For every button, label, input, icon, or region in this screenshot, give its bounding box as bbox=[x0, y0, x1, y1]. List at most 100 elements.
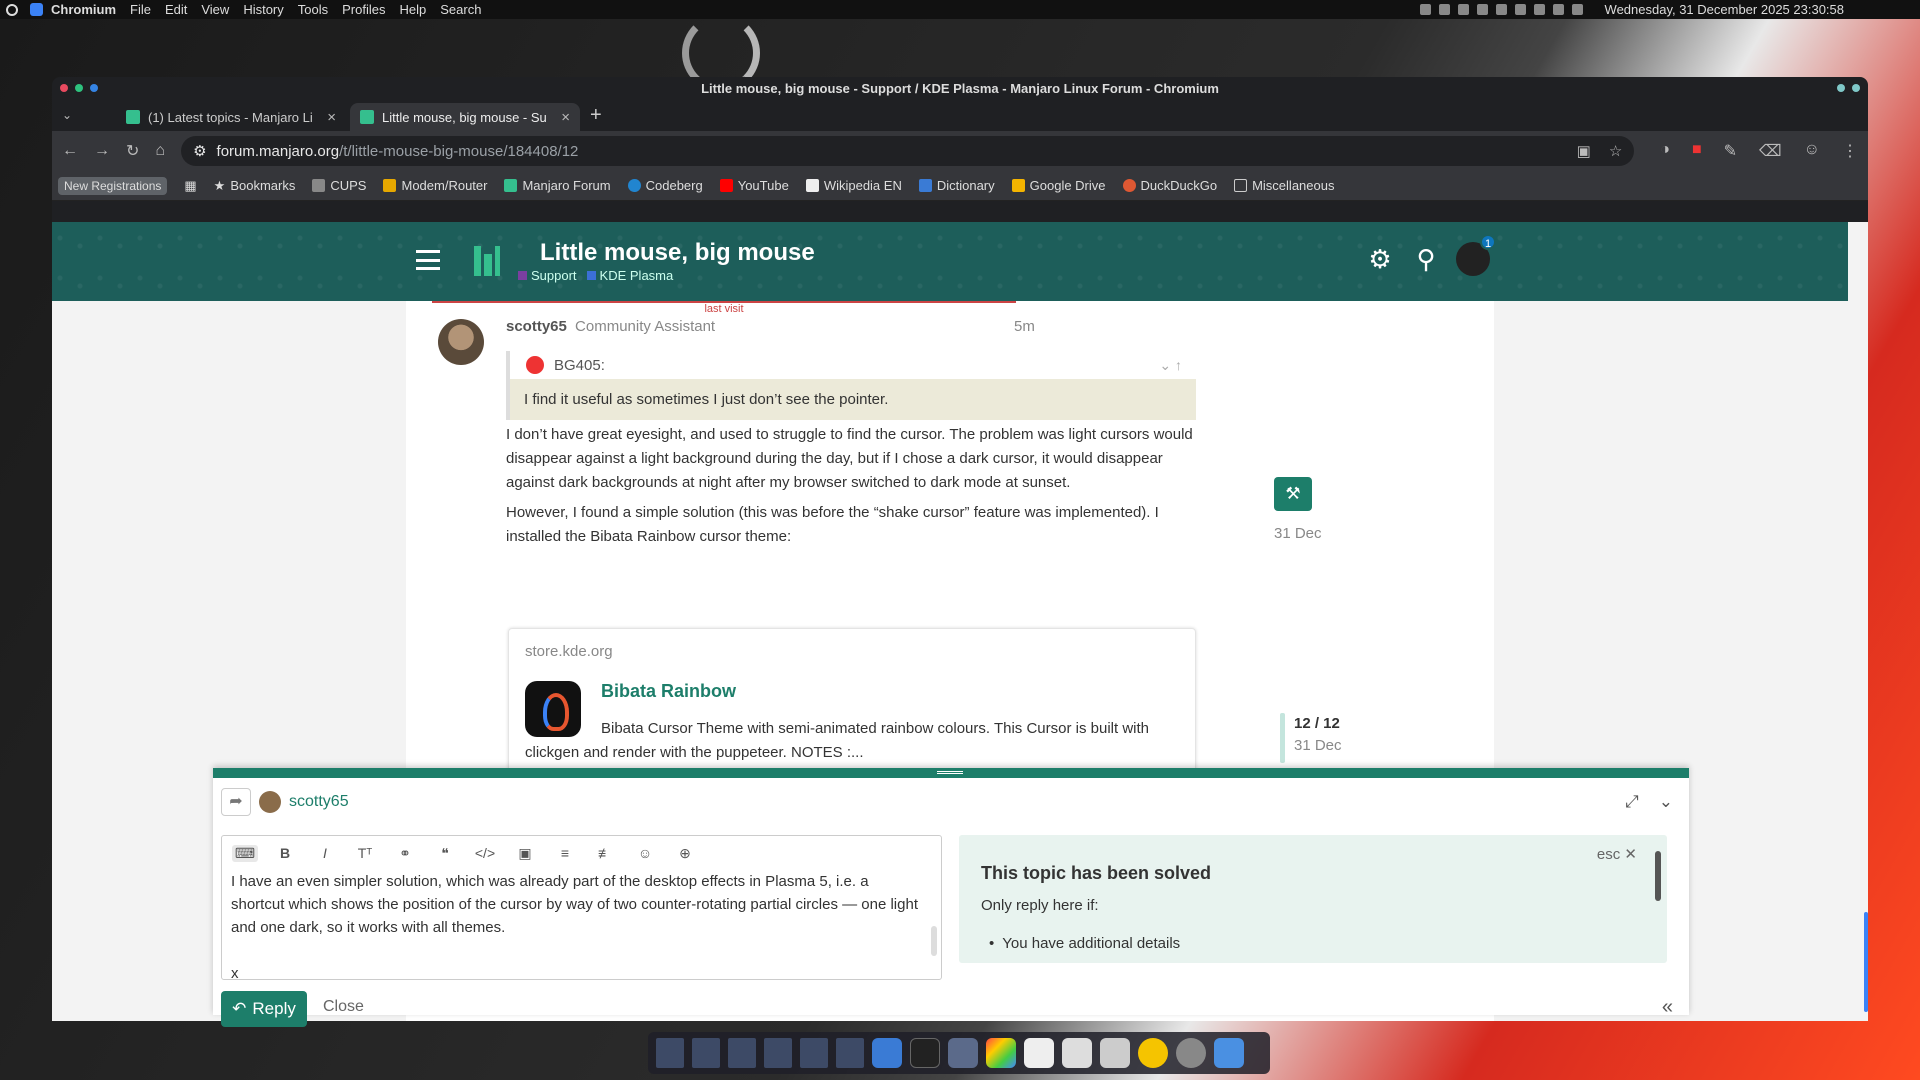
extension-icon[interactable]: ◑ bbox=[1660, 141, 1670, 161]
forward-icon[interactable]: → bbox=[94, 142, 110, 160]
virtual-desktop[interactable] bbox=[656, 1038, 684, 1068]
tray-bell-icon[interactable] bbox=[1571, 4, 1583, 15]
terminal-icon[interactable] bbox=[910, 1038, 940, 1068]
tab-latest-topics[interactable]: (1) Latest topics - Manjaro Li × bbox=[116, 103, 346, 131]
onebox-source[interactable]: store.kde.org bbox=[525, 643, 613, 660]
maximize-window-icon[interactable] bbox=[90, 84, 98, 92]
trash-icon[interactable]: ⌫ bbox=[1759, 141, 1782, 161]
editor-scrollbar[interactable] bbox=[931, 926, 937, 956]
text-editor-icon[interactable] bbox=[1024, 1038, 1054, 1068]
bookmark-youtube[interactable]: YouTube bbox=[719, 178, 789, 193]
menu-search[interactable]: Search bbox=[440, 2, 481, 17]
calculator-icon[interactable] bbox=[1062, 1038, 1092, 1068]
numbered-list-icon[interactable]: ≢ bbox=[592, 845, 618, 861]
page-scrollbar[interactable] bbox=[1864, 912, 1868, 1012]
menu-help[interactable]: Help bbox=[399, 2, 426, 17]
virtual-desktop[interactable] bbox=[800, 1038, 828, 1068]
category-support[interactable]: Support bbox=[518, 268, 577, 283]
timeline-start-date[interactable]: 31 Dec bbox=[1274, 525, 1322, 542]
bookmark-miscellaneous[interactable]: Miscellaneous bbox=[1234, 178, 1334, 193]
virtual-desktop[interactable] bbox=[728, 1038, 756, 1068]
menu-view[interactable]: View bbox=[201, 2, 229, 17]
category-kde-plasma[interactable]: KDE Plasma bbox=[586, 268, 673, 283]
topic-title[interactable]: Little mouse, big mouse bbox=[540, 239, 815, 267]
close-icon[interactable]: ✕ bbox=[1624, 846, 1637, 863]
bookmark-new-registrations[interactable]: New Registrations bbox=[58, 176, 168, 195]
system-logo-icon[interactable] bbox=[6, 3, 18, 16]
link-preview-onebox[interactable]: store.kde.org Bibata Rainbow Bibata Curs… bbox=[508, 628, 1196, 788]
composer-textarea[interactable]: I have an even simpler solution, which w… bbox=[231, 870, 921, 985]
bookmark-google-drive[interactable]: Google Drive bbox=[1011, 178, 1106, 193]
dismiss-notice[interactable]: esc ✕ bbox=[1597, 845, 1637, 863]
menu-kebab-icon[interactable]: ⋮ bbox=[1842, 141, 1858, 161]
reply-action-icon[interactable]: ➦ bbox=[221, 788, 251, 816]
post-username[interactable]: scotty65 bbox=[506, 318, 567, 335]
window-dot-icon[interactable] bbox=[1852, 84, 1860, 92]
menu-profiles[interactable]: Profiles bbox=[342, 2, 385, 17]
theme-toggle-icon[interactable]: ⚙ bbox=[1364, 243, 1396, 275]
address-bar[interactable]: ⚙ forum.manjaro.org/t/little-mouse-big-m… bbox=[181, 136, 1635, 166]
install-app-icon[interactable]: ▣ bbox=[1577, 142, 1591, 160]
extensions-puzzle-icon[interactable]: ✎ bbox=[1724, 141, 1737, 161]
reply-to-username[interactable]: scotty65 bbox=[289, 793, 349, 811]
blockquote-icon[interactable]: ❝ bbox=[432, 845, 458, 862]
tray-app-icon[interactable] bbox=[1495, 4, 1507, 15]
bullet-list-icon[interactable]: ≡ bbox=[552, 845, 578, 861]
tray-app-icon[interactable] bbox=[1457, 4, 1469, 15]
back-icon[interactable]: ← bbox=[62, 142, 78, 160]
tray-app-icon[interactable] bbox=[1476, 4, 1488, 15]
close-tab-icon[interactable]: × bbox=[561, 109, 570, 126]
menu-history[interactable]: History bbox=[243, 2, 283, 17]
admin-wrench-icon[interactable]: ⚒ bbox=[1274, 477, 1312, 511]
bookmark-bookmarks[interactable]: ★ Bookmarks bbox=[214, 178, 296, 194]
image-upload-icon[interactable]: ▣ bbox=[512, 845, 538, 862]
bookmark-duckduckgo[interactable]: DuckDuckGo bbox=[1122, 178, 1217, 193]
user-avatar[interactable]: 1 bbox=[1456, 234, 1496, 276]
menu-file[interactable]: File bbox=[130, 2, 151, 17]
tray-volume-icon[interactable] bbox=[1552, 4, 1564, 15]
close-window-icon[interactable] bbox=[60, 84, 68, 92]
minimize-window-icon[interactable] bbox=[75, 84, 83, 92]
photos-icon[interactable] bbox=[986, 1038, 1016, 1068]
heading-icon[interactable]: Tᵀ bbox=[352, 845, 378, 861]
markdown-toggle-icon[interactable]: ⌨ bbox=[232, 844, 258, 862]
close-composer-button[interactable]: Close bbox=[323, 998, 364, 1016]
italic-icon[interactable]: I bbox=[312, 845, 338, 861]
bookmark-codeberg[interactable]: Codeberg bbox=[627, 178, 703, 193]
bookmark-modem-router[interactable]: Modem/Router bbox=[383, 178, 487, 193]
close-tab-icon[interactable]: × bbox=[327, 109, 336, 126]
search-icon[interactable]: ⚲ bbox=[1410, 243, 1442, 275]
code-icon[interactable]: </> bbox=[472, 845, 498, 861]
fullscreen-icon[interactable]: ⤢ bbox=[1625, 792, 1639, 812]
keyboard-icon[interactable] bbox=[1100, 1038, 1130, 1068]
bookmark-dictionary[interactable]: Dictionary bbox=[918, 178, 995, 193]
notice-scrollbar[interactable] bbox=[1653, 841, 1663, 951]
composer-resize-grip[interactable] bbox=[937, 771, 963, 774]
minimize-composer-icon[interactable]: ⌄ bbox=[1659, 792, 1673, 812]
bookmark-cups[interactable]: CUPS bbox=[312, 178, 366, 193]
reload-icon[interactable]: ↻ bbox=[126, 141, 139, 161]
tray-app-icon[interactable] bbox=[1533, 4, 1545, 15]
reply-submit-button[interactable]: ↶ Reply bbox=[221, 991, 307, 1027]
chromium-dock-icon[interactable] bbox=[1214, 1038, 1244, 1068]
virtual-desktop[interactable] bbox=[692, 1038, 720, 1068]
virtual-desktop[interactable] bbox=[764, 1038, 792, 1068]
bookmark-manjaro-forum[interactable]: Manjaro Forum bbox=[504, 178, 611, 193]
more-options-icon[interactable]: ⊕ bbox=[672, 845, 698, 862]
onebox-title[interactable]: Bibata Rainbow bbox=[601, 681, 736, 702]
virtual-desktop[interactable] bbox=[836, 1038, 864, 1068]
toggle-preview-icon[interactable]: « bbox=[1662, 996, 1673, 1019]
app-menu-name[interactable]: Chromium bbox=[51, 2, 116, 17]
menu-tools[interactable]: Tools bbox=[298, 2, 328, 17]
new-tab-icon[interactable]: + bbox=[590, 104, 602, 127]
bold-icon[interactable]: B bbox=[272, 845, 298, 861]
tray-app-icon[interactable] bbox=[1419, 4, 1431, 15]
finder-icon[interactable] bbox=[872, 1038, 902, 1068]
tab-search-chevron-icon[interactable]: ⌄ bbox=[62, 108, 86, 122]
manjaro-logo[interactable] bbox=[474, 246, 500, 276]
apps-grid-icon[interactable]: ▦ bbox=[184, 178, 196, 194]
post-age[interactable]: 5m bbox=[1014, 318, 1035, 335]
site-info-icon[interactable]: ⚙ bbox=[193, 142, 206, 160]
emoji-icon[interactable]: ☺ bbox=[632, 845, 658, 861]
settings-gear-icon[interactable] bbox=[1176, 1038, 1206, 1068]
